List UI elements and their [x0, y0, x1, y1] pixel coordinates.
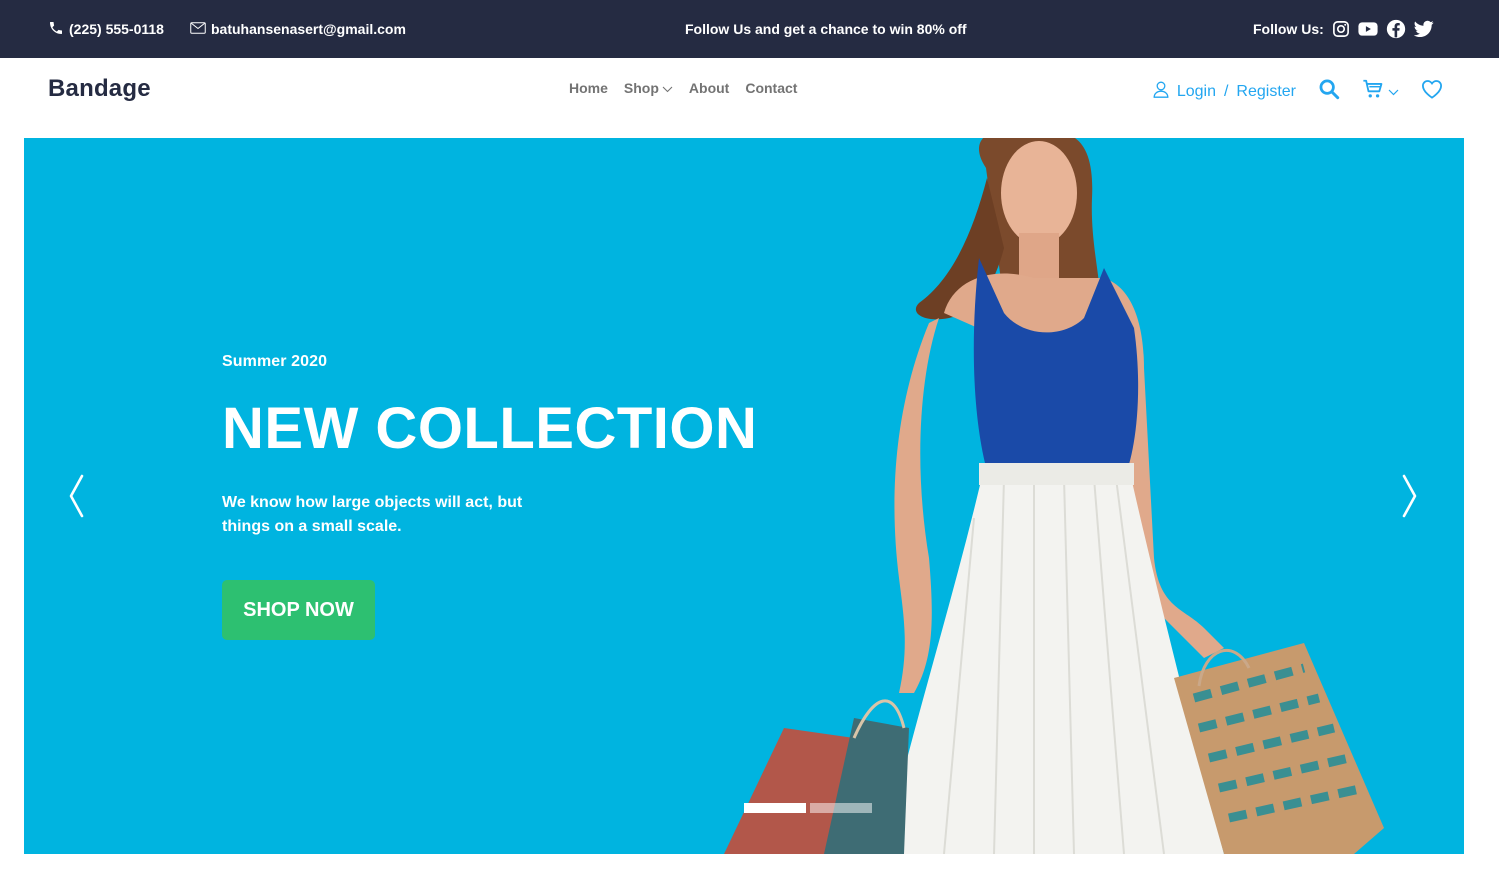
search-button[interactable]	[1318, 78, 1340, 105]
login-link[interactable]: Login	[1177, 83, 1216, 101]
hero-subtext: We know how large objects will act, but …	[222, 493, 523, 535]
nav-actions: Login / Register	[1153, 78, 1443, 105]
youtube-icon[interactable]	[1358, 20, 1378, 38]
chevron-down-icon	[1388, 83, 1399, 101]
chevron-down-icon	[662, 80, 673, 96]
instagram-icon[interactable]	[1332, 20, 1350, 38]
hero-headline: NEW COLLECTION	[222, 396, 758, 461]
top-bar: (225) 555-0118 batuhansenasert@gmail.com…	[0, 0, 1499, 58]
mail-icon	[190, 21, 206, 37]
nav-contact[interactable]: Contact	[745, 80, 797, 96]
auth-links: Login / Register	[1153, 81, 1296, 103]
carousel-dot-active[interactable]	[744, 803, 806, 813]
carousel-dot[interactable]	[810, 803, 872, 813]
cart-button[interactable]	[1362, 78, 1399, 105]
cart-icon	[1362, 78, 1384, 105]
nav-home[interactable]: Home	[569, 80, 608, 96]
hero-text: Summer 2020 NEW COLLECTION We know how l…	[222, 353, 757, 539]
twitter-icon[interactable]	[1413, 20, 1434, 38]
heart-icon	[1421, 79, 1443, 104]
follow-us: Follow Us:	[1253, 0, 1434, 58]
wishlist-button[interactable]	[1421, 79, 1443, 104]
main-navbar: Bandage Home Shop About Contact Login / …	[0, 58, 1499, 138]
phone-icon	[48, 20, 64, 39]
hero-carousel: Summer 2020 NEW COLLECTION We know how l…	[24, 138, 1464, 854]
auth-separator: /	[1223, 82, 1229, 100]
search-icon	[1318, 78, 1340, 105]
email-address: batuhansenasert@gmail.com	[211, 21, 406, 37]
brand-logo[interactable]: Bandage	[48, 75, 151, 103]
phone-number: (225) 555-0118	[69, 21, 164, 37]
register-link[interactable]: Register	[1236, 83, 1296, 101]
user-icon	[1153, 81, 1169, 103]
nav-about[interactable]: About	[689, 80, 729, 96]
follow-label: Follow Us:	[1253, 21, 1324, 37]
promo-text: Follow Us and get a chance to win 80% of…	[685, 21, 967, 37]
phone-contact[interactable]: (225) 555-0118	[48, 0, 164, 58]
carousel-indicators	[744, 803, 872, 813]
carousel-next-arrow[interactable]	[1394, 474, 1424, 518]
hero-season: Summer 2020	[222, 353, 328, 370]
shop-now-button[interactable]: SHOP NOW	[222, 580, 375, 640]
email-contact[interactable]: batuhansenasert@gmail.com	[190, 0, 406, 58]
facebook-icon[interactable]	[1386, 19, 1406, 39]
nav-links: Home Shop About Contact	[569, 80, 797, 96]
model-photo	[724, 138, 1384, 854]
carousel-prev-arrow[interactable]	[62, 474, 92, 518]
nav-shop[interactable]: Shop	[624, 80, 673, 96]
